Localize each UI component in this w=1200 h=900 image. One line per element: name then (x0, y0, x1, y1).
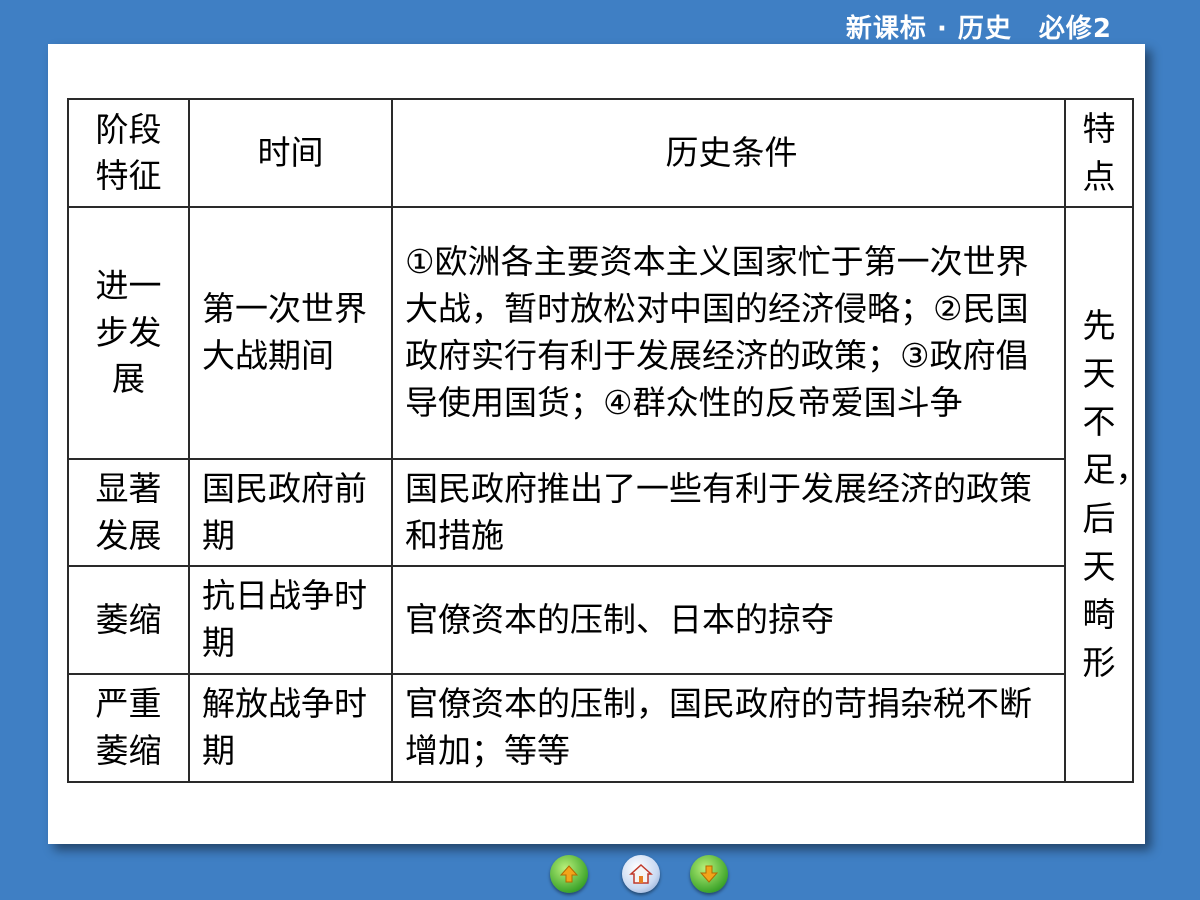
stage-cell: 进一步发展 (67, 206, 190, 460)
header-time: 时间 (188, 98, 393, 208)
home-button[interactable] (622, 855, 660, 893)
table-row: 进一步发展 第一次世界大战期间 ①欧洲各主要资本主义国家忙于第一次世界大战，暂时… (67, 206, 1149, 783)
header-conditions: 历史条件 (391, 98, 1066, 208)
table-header-row: 阶段特征 时间 历史条件 特点 (67, 98, 1134, 208)
down-arrow-icon (699, 865, 719, 883)
previous-slide-button[interactable] (550, 855, 588, 893)
home-icon (629, 863, 653, 884)
time-cell: 国民政府前期 (188, 458, 393, 567)
time-cell: 第一次世界大战期间 (188, 206, 393, 460)
time-cell: 抗日战争时期 (188, 565, 393, 675)
stage-cell: 显著发展 (67, 458, 190, 567)
conditions-cell: ①欧洲各主要资本主义国家忙于第一次世界大战，暂时放松对中国的经济侵略；②民国政府… (391, 206, 1066, 460)
table-row: 萎缩 抗日战争时期 官僚资本的压制、日本的掠夺 (67, 565, 1133, 675)
course-title: 新课标 · 历史 必修2 (845, 14, 1112, 44)
time-cell: 解放战争时期 (188, 673, 393, 783)
economy-stages-table: 阶段特征 时间 历史条件 特点 进一步发展 第一次世界大战期间 ①欧洲各主要资本… (67, 98, 1149, 783)
next-slide-button[interactable] (690, 855, 728, 893)
slide-content: 阶段特征 时间 历史条件 特点 进一步发展 第一次世界大战期间 ①欧洲各主要资本… (48, 44, 1149, 844)
stage-cell: 严重萎缩 (67, 673, 190, 783)
header-stage: 阶段特征 (67, 98, 190, 208)
header-feature: 特点 (1064, 98, 1134, 208)
conditions-cell: 国民政府推出了一些有利于发展经济的政策和措施 (391, 458, 1066, 567)
conditions-cell: 官僚资本的压制，国民政府的苛捐杂税不断增加；等等 (391, 673, 1066, 783)
table-row: 显著发展 国民政府前期 国民政府推出了一些有利于发展经济的政策和措施 (67, 458, 1133, 567)
table-row: 严重萎缩 解放战争时期 官僚资本的压制，国民政府的苛捐杂税不断增加；等等 (67, 673, 1133, 783)
stage-cell: 萎缩 (67, 565, 190, 675)
conditions-cell: 官僚资本的压制、日本的掠夺 (391, 565, 1066, 675)
feature-cell: 先天不足，后天畸形 (1064, 206, 1149, 783)
up-arrow-icon (559, 865, 579, 883)
